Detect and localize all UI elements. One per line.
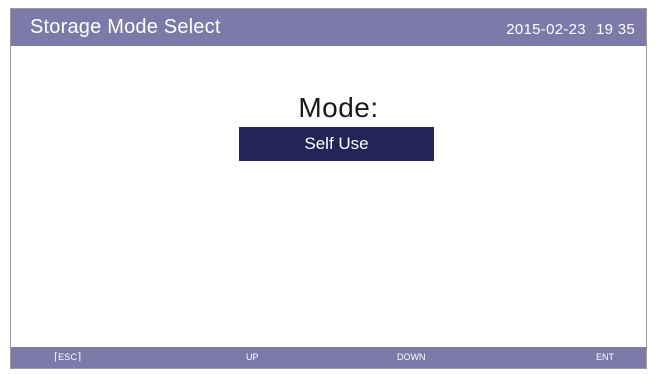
footer-key-bar: ⌈ESC⌉ UP DOWN ENT bbox=[11, 347, 646, 368]
time-text: 19 35 bbox=[595, 21, 635, 38]
inverter-screen: Storage Mode Select 2015-02-23 19 35 Mode… bbox=[10, 8, 647, 369]
esc-key[interactable]: ⌈ESC⌉ bbox=[54, 347, 81, 368]
datetime-display: 2015-02-23 19 35 bbox=[506, 21, 635, 39]
esc-bracket-right-icon: ⌉ bbox=[77, 352, 82, 363]
selected-mode-value: Self Use bbox=[304, 134, 369, 153]
esc-key-label: ESC bbox=[58, 352, 78, 362]
mode-selector[interactable]: Self Use bbox=[239, 127, 434, 161]
down-key[interactable]: DOWN bbox=[397, 347, 426, 368]
title-bar: Storage Mode Select 2015-02-23 19 35 bbox=[11, 9, 646, 46]
mode-label: Mode: bbox=[298, 92, 379, 123]
enter-key[interactable]: ENT bbox=[596, 347, 614, 368]
up-key[interactable]: UP bbox=[246, 347, 259, 368]
page-title: Storage Mode Select bbox=[30, 16, 221, 38]
date-text: 2015-02-23 bbox=[506, 21, 586, 38]
